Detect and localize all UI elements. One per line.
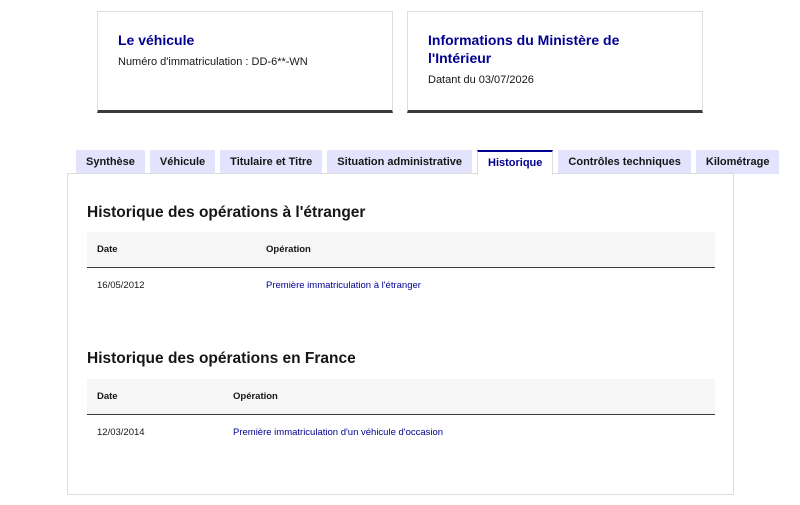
france-history-table: Date Opération 12/03/2014 Première immat…: [87, 379, 715, 449]
foreign-history-title: Historique des opérations à l'étranger: [87, 204, 366, 221]
ministry-card: Informations du Ministère de l'Intérieur…: [407, 11, 703, 113]
operation-column-header: Opération: [233, 391, 278, 402]
france-history-title: Historique des opérations en France: [87, 350, 356, 367]
tab-titulaire-et-titre[interactable]: Titulaire et Titre: [220, 150, 323, 174]
row-date: 12/03/2014: [97, 426, 145, 438]
operation-link[interactable]: Première immatriculation d'un véhicule d…: [233, 427, 443, 438]
tab-vehicule[interactable]: Véhicule: [149, 150, 216, 174]
tab-bar: Synthèse Véhicule Titulaire et Titre Sit…: [76, 150, 780, 175]
operation-link[interactable]: Première immatriculation à l'étranger: [266, 280, 421, 291]
table-row: 16/05/2012 Première immatriculation à l'…: [87, 268, 715, 302]
historique-panel: Historique des opérations à l'étranger D…: [67, 173, 734, 495]
tab-situation-administrative[interactable]: Situation administrative: [327, 150, 472, 174]
table-header: Date Opération: [87, 232, 715, 268]
tab-kilometrage[interactable]: Kilométrage: [695, 150, 780, 174]
tab-controles-techniques[interactable]: Contrôles techniques: [558, 150, 691, 174]
registration-number: Numéro d'immatriculation : DD-6**-WN: [118, 56, 308, 68]
ministry-data-date: Datant du 03/07/2026: [428, 74, 534, 86]
date-column-header: Date: [97, 244, 118, 255]
ministry-card-title: Informations du Ministère de l'Intérieur: [428, 32, 620, 66]
vehicle-card-title: Le véhicule: [118, 32, 195, 48]
tab-synthese[interactable]: Synthèse: [76, 150, 145, 174]
row-date: 16/05/2012: [97, 279, 145, 291]
operation-column-header: Opération: [266, 244, 311, 255]
vehicle-card: Le véhicule Numéro d'immatriculation : D…: [97, 11, 393, 113]
tab-historique[interactable]: Historique: [477, 150, 554, 175]
table-row: 12/03/2014 Première immatriculation d'un…: [87, 415, 715, 449]
date-column-header: Date: [97, 391, 118, 402]
foreign-history-table: Date Opération 16/05/2012 Première immat…: [87, 232, 715, 302]
table-header: Date Opération: [87, 379, 715, 415]
